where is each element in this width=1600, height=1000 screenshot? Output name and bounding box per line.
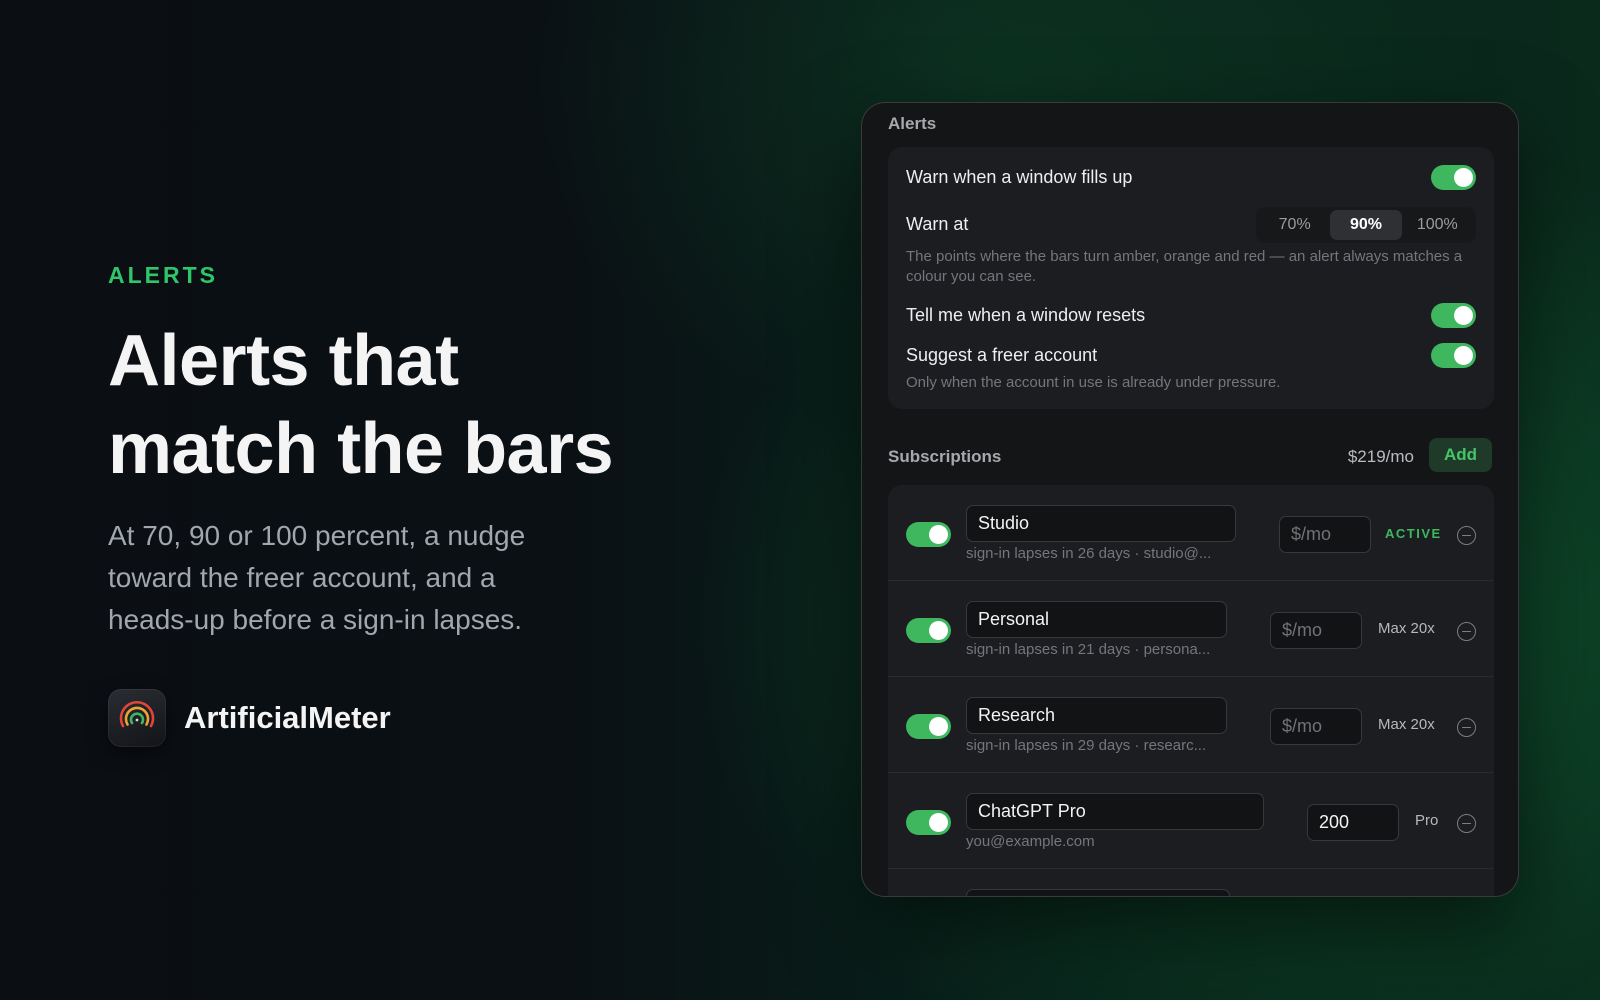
freer-account-toggle[interactable] [1431, 343, 1476, 368]
subscription-row: ChatGPT Pro you@example.com 200 Pro [888, 773, 1494, 869]
subscription-row: Personal sign-in lapses in 21 days · per… [888, 581, 1494, 677]
subscription-enabled-toggle[interactable] [906, 522, 951, 547]
warn-at-option-70[interactable]: 70% [1259, 210, 1330, 240]
subscription-plan: Max 20x [1378, 620, 1435, 637]
warn-at-option-100[interactable]: 100% [1402, 210, 1473, 240]
subscriptions-list: Studio sign-in lapses in 26 days · studi… [888, 485, 1494, 896]
alerts-section-title: Alerts [888, 114, 937, 133]
add-subscription-button[interactable]: Add [1429, 438, 1492, 472]
subscription-meta: sign-in lapses in 21 days · persona... [966, 641, 1211, 658]
warn-at-option-90[interactable]: 90% [1330, 210, 1402, 240]
warn-fill-toggle[interactable] [1431, 165, 1476, 190]
freer-account-label: Suggest a freer account [906, 345, 1098, 365]
subscription-meta: sign-in lapses in 29 days · researc... [966, 737, 1207, 754]
hero-section: ALERTS Alerts that match the bars At 70,… [108, 262, 668, 747]
subscription-row: Studio sign-in lapses in 26 days · studi… [888, 485, 1494, 581]
warn-at-help: The points where the bars turn amber, or… [906, 248, 1463, 285]
subscriptions-total: $219/mo [1347, 447, 1414, 466]
subscription-plan: Pro [1415, 812, 1439, 829]
brand-name: ArtificialMeter [184, 700, 391, 735]
subscription-enabled-toggle[interactable] [906, 618, 951, 643]
remove-subscription-icon[interactable] [1457, 526, 1476, 545]
subscription-status-badge: ACTIVE [1385, 526, 1442, 541]
subscription-price-field[interactable]: $/mo [1279, 516, 1371, 553]
subhead: At 70, 90 or 100 percent, a nudge toward… [108, 520, 526, 635]
headline-line-2: match the bars [108, 409, 614, 489]
subscription-name-field[interactable]: Personal [966, 601, 1227, 638]
subscription-name-field[interactable]: Studio [966, 505, 1236, 542]
subscription-enabled-toggle[interactable] [906, 810, 951, 835]
warn-at-label: Warn at [906, 214, 969, 234]
subscription-row: Research sign-in lapses in 29 days · res… [888, 677, 1494, 773]
eyebrow-label: ALERTS [108, 262, 218, 288]
warn-at-segmented-control: 70% 90% 100% [1256, 207, 1476, 243]
subscription-price-field[interactable]: $/mo [1270, 612, 1362, 649]
subscription-meta: sign-in lapses in 26 days · studio@... [966, 545, 1212, 562]
headline-line-1: Alerts that [108, 321, 459, 401]
subscription-name-field[interactable]: ChatGPT Pro [966, 793, 1264, 830]
subscriptions-section-title: Subscriptions [888, 447, 1002, 466]
warn-fill-label: Warn when a window fills up [906, 167, 1133, 187]
subscription-price-field[interactable]: $/mo [1270, 708, 1362, 745]
reset-notice-toggle[interactable] [1431, 303, 1476, 328]
subscription-row [888, 869, 1494, 896]
remove-subscription-icon[interactable] [1457, 718, 1476, 737]
brand: ArtificialMeter [108, 689, 668, 747]
settings-panel: Alerts Warn when a window fills up Warn … [861, 102, 1519, 897]
reset-notice-label: Tell me when a window resets [906, 305, 1146, 325]
subscription-name-field[interactable] [966, 889, 1230, 896]
subscription-name-field[interactable]: Research [966, 697, 1227, 734]
subscription-price-field[interactable]: 200 [1307, 804, 1399, 841]
subscription-plan: Max 20x [1378, 716, 1435, 733]
subscription-meta: you@example.com [966, 833, 1095, 850]
subscription-enabled-toggle[interactable] [906, 714, 951, 739]
remove-subscription-icon[interactable] [1457, 622, 1476, 641]
headline: Alerts that match the bars [108, 317, 668, 493]
alerts-card: Warn when a window fills up Warn at 70% … [888, 147, 1494, 409]
gauge-app-icon [108, 689, 166, 747]
freer-account-help: Only when the account in use is already … [906, 374, 1281, 391]
remove-subscription-icon[interactable] [1457, 814, 1476, 833]
